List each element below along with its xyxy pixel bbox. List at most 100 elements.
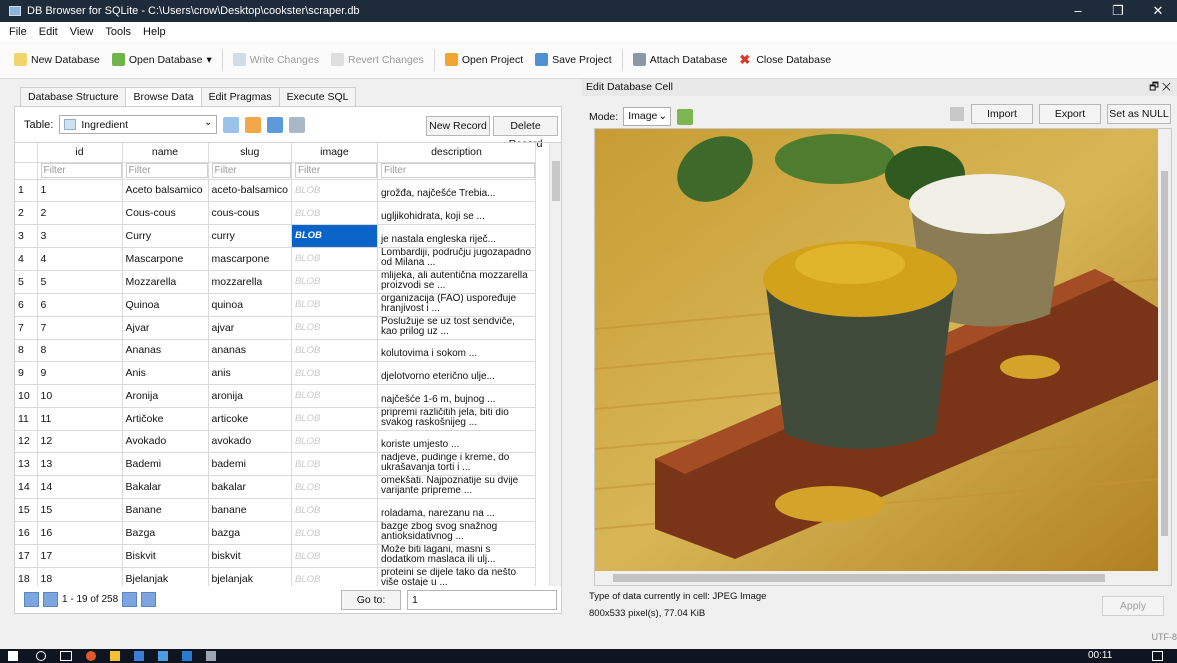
save-table-icon[interactable] — [267, 116, 284, 133]
set-null-button[interactable]: Set as NULL — [1107, 104, 1171, 124]
cell-name[interactable]: Cous-cous — [122, 201, 209, 225]
clear-filters-icon[interactable] — [245, 116, 262, 133]
delete-record-button[interactable]: Delete Record — [493, 116, 558, 150]
db-browser-taskbar-icon[interactable] — [206, 651, 216, 661]
table-row[interactable]: 5 5 Mozzarella mozzarella BLOB mlijeka, ali a… — [15, 270, 536, 294]
menu-file[interactable]: File — [3, 26, 33, 38]
cell-id[interactable]: 13 — [37, 452, 123, 477]
row-number[interactable]: 11 — [15, 407, 38, 431]
column-header-name[interactable]: name — [122, 143, 209, 163]
row-number[interactable]: 15 — [15, 498, 38, 522]
row-number[interactable]: 2 — [15, 201, 38, 225]
cell-description[interactable]: djelotvorno eterično ulje... — [377, 361, 536, 385]
filter-description[interactable]: Filter — [377, 162, 536, 180]
last-page-icon[interactable] — [141, 592, 157, 607]
export-button[interactable]: Export — [1039, 104, 1101, 124]
table-row[interactable]: 14 14 Bakalar bakalar BLOB omekšati. Najpozna… — [15, 475, 536, 500]
scroll-thumb[interactable] — [552, 161, 560, 201]
cell-image[interactable]: BLOB — [291, 521, 378, 545]
cell-description[interactable]: mlijeka, ali autentična mozzarella proiz… — [377, 270, 536, 294]
save-project-button[interactable]: Save Project — [529, 48, 618, 72]
table-row[interactable]: 16 16 Bazga bazga BLOB bazge zbog svog snažno… — [15, 521, 536, 545]
menu-view[interactable]: View — [64, 26, 100, 38]
cell-slug[interactable]: articoke — [208, 407, 292, 431]
table-row[interactable]: 8 8 Ananas ananas BLOB kolutovima i sokom ... — [15, 339, 536, 363]
grid-vertical-scrollbar[interactable] — [549, 143, 561, 586]
cell-description[interactable]: grožđa, najčešće Trebia... — [377, 179, 536, 203]
first-page-icon[interactable] — [24, 592, 39, 607]
cell-slug[interactable]: banane — [208, 498, 292, 522]
cell-description[interactable]: najčešće 1-6 m, bujnog ... — [377, 384, 536, 408]
menu-edit[interactable]: Edit — [33, 26, 64, 38]
word-wrap-icon[interactable] — [950, 107, 964, 121]
cell-slug[interactable]: ananas — [208, 339, 292, 363]
row-number[interactable]: 14 — [15, 475, 38, 500]
cell-image[interactable]: BLOB — [291, 361, 378, 385]
cell-name[interactable]: Artičoke — [122, 407, 209, 431]
revert-changes-button[interactable]: Revert Changes — [325, 48, 430, 72]
cell-id[interactable]: 10 — [37, 384, 123, 408]
table-row[interactable]: 10 10 Aronija aronija BLOB najčešće 1-6 m, bu… — [15, 384, 536, 408]
goto-input[interactable]: 1 — [407, 590, 557, 610]
cell-name[interactable]: Bakalar — [122, 475, 209, 500]
apply-button[interactable]: Apply — [1102, 596, 1164, 616]
cell-id[interactable]: 6 — [37, 293, 123, 317]
cell-name[interactable]: Ananas — [122, 339, 209, 363]
cell-name[interactable]: Aronija — [122, 384, 209, 408]
cell-slug[interactable]: aceto-balsamico — [208, 179, 292, 203]
table-select[interactable]: Ingredient ⌄ — [59, 115, 218, 134]
open-project-button[interactable]: Open Project — [439, 48, 529, 72]
filter-id-input[interactable]: Filter — [40, 163, 121, 178]
dropdown-arrow-icon[interactable]: ▾ — [206, 54, 211, 66]
table-row[interactable]: 15 15 Banane banane BLOB roladama, narezanu n… — [15, 498, 536, 522]
notifications-icon[interactable] — [1152, 651, 1163, 661]
column-header-id[interactable]: id — [37, 143, 123, 163]
next-page-icon[interactable] — [122, 592, 138, 607]
cell-slug[interactable]: bakalar — [208, 475, 292, 500]
cell-id[interactable]: 4 — [37, 247, 123, 271]
table-row[interactable]: 2 2 Cous-cous cous-cous BLOB ugljikohidrata, … — [15, 201, 536, 225]
table-row[interactable]: 13 13 Bademi bademi BLOB nadjeve, pudinge i k… — [15, 452, 536, 477]
cell-image[interactable]: BLOB — [291, 407, 378, 431]
cell-id[interactable]: 18 — [37, 567, 123, 586]
cell-description[interactable]: roladama, narezanu na ... — [377, 498, 536, 522]
cell-id[interactable]: 15 — [37, 498, 123, 522]
cell-description[interactable]: Lombardiji, području jugozapadno od Mila… — [377, 247, 536, 271]
table-row[interactable]: 3 3 Curry curry BLOB je nastala engleska rije… — [15, 224, 536, 248]
image-vertical-scrollbar[interactable] — [1158, 129, 1171, 572]
refresh-icon[interactable] — [223, 116, 240, 133]
close-window-button[interactable]: ✕ — [1143, 0, 1173, 22]
cell-id[interactable]: 3 — [37, 224, 123, 248]
browser-icon[interactable] — [86, 651, 96, 661]
attach-database-button[interactable]: Attach Database — [627, 48, 734, 72]
cell-image[interactable]: BLOB — [291, 201, 378, 225]
cell-id[interactable]: 17 — [37, 544, 123, 568]
row-number[interactable]: 6 — [15, 293, 38, 317]
cell-name[interactable]: Aceto balsamico — [122, 179, 209, 203]
cell-slug[interactable]: bjelanjak — [208, 567, 292, 586]
cell-name[interactable]: Ajvar — [122, 316, 209, 340]
filter-name[interactable]: Filter — [122, 162, 209, 180]
row-number[interactable]: 7 — [15, 316, 38, 340]
cell-name[interactable]: Bademi — [122, 452, 209, 477]
filter-slug-input[interactable]: Filter — [211, 163, 291, 178]
table-row[interactable]: 17 17 Biskvit biskvit BLOB Može biti lagani, … — [15, 544, 536, 568]
row-number[interactable]: 4 — [15, 247, 38, 271]
start-icon[interactable] — [8, 651, 18, 661]
tab-database-structure[interactable]: Database Structure — [20, 87, 127, 106]
row-number[interactable]: 5 — [15, 270, 38, 294]
tab-browse-data[interactable]: Browse Data — [125, 87, 202, 107]
cell-name[interactable]: Avokado — [122, 430, 209, 454]
cell-name[interactable]: Mozzarella — [122, 270, 209, 294]
cell-name[interactable]: Bjelanjak — [122, 567, 209, 586]
tab-execute-sql[interactable]: Execute SQL — [278, 87, 357, 106]
row-number[interactable]: 1 — [15, 179, 38, 203]
cell-description[interactable]: proteini se dijele tako da nešto više os… — [377, 567, 536, 586]
table-row[interactable]: 18 18 Bjelanjak bjelanjak BLOB proteini se di… — [15, 567, 536, 586]
table-row[interactable]: 6 6 Quinoa quinoa BLOB organizacija (FAO) usp… — [15, 293, 536, 317]
row-number[interactable]: 3 — [15, 224, 38, 248]
table-row[interactable]: 12 12 Avokado avokado BLOB koriste umjesto ..… — [15, 430, 536, 454]
cell-name[interactable]: Anis — [122, 361, 209, 385]
filter-slug[interactable]: Filter — [208, 162, 292, 180]
row-number[interactable]: 10 — [15, 384, 38, 408]
